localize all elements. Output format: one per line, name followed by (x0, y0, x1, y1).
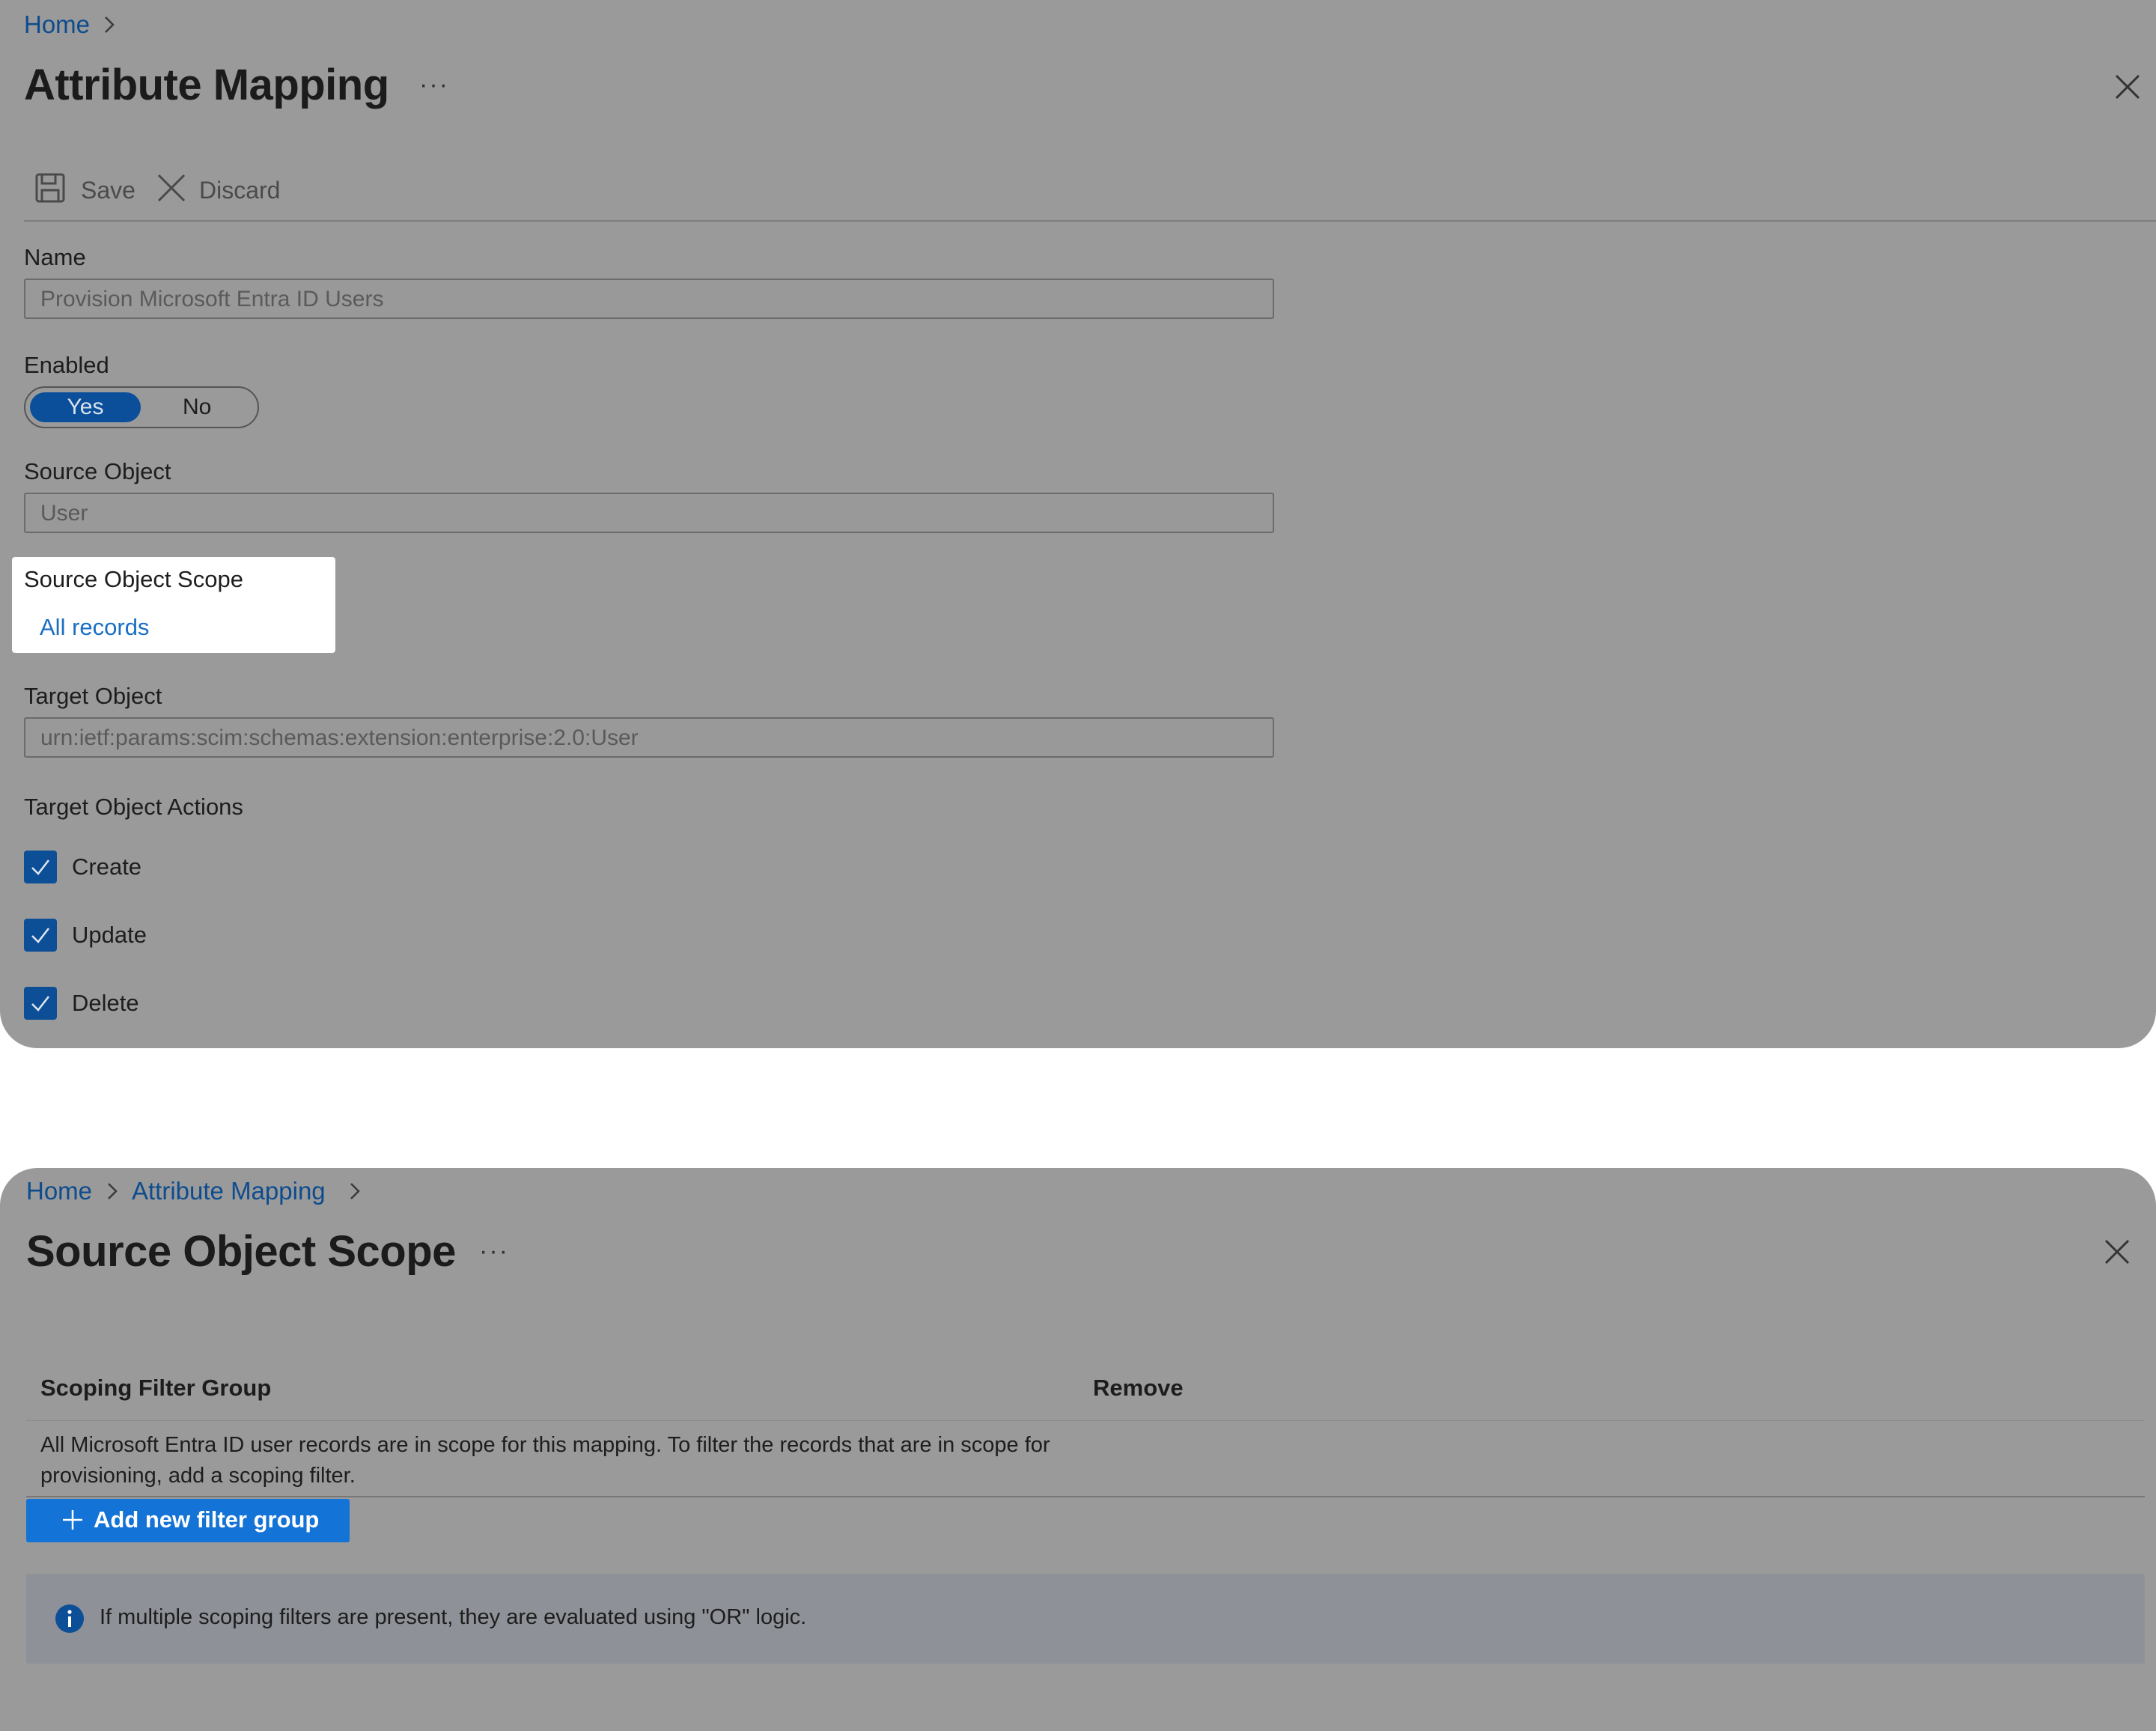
checkmark-icon (31, 860, 49, 875)
save-label: Save (81, 177, 135, 204)
target-actions-label: Target Object Actions (24, 794, 243, 820)
source-object-scope-label: Source Object Scope (24, 566, 243, 592)
name-field[interactable]: Provision Microsoft Entra ID Users (24, 279, 1274, 319)
close-icon[interactable] (2113, 72, 2143, 106)
page-title: Attribute Mapping (24, 61, 389, 109)
target-object-field[interactable]: urn:ietf:params:scim:schemas:extension:e… (24, 717, 1274, 758)
target-object-value: urn:ietf:params:scim:schemas:extension:e… (40, 725, 639, 750)
source-object-label: Source Object (24, 458, 171, 484)
save-icon (34, 172, 66, 207)
chevron-right-icon (349, 1181, 361, 1205)
discard-icon (156, 172, 187, 207)
breadcrumb-home[interactable]: Home (26, 1177, 92, 1205)
update-label: Update (72, 922, 147, 948)
name-value: Provision Microsoft Entra ID Users (40, 287, 384, 311)
enabled-label: Enabled (24, 352, 109, 378)
more-icon[interactable]: ··· (479, 1237, 509, 1266)
create-label: Create (72, 854, 142, 880)
discard-label: Discard (199, 177, 281, 204)
source-object-value: User (40, 501, 88, 526)
add-new-filter-group-label: Add new filter group (94, 1506, 320, 1533)
close-icon[interactable] (2102, 1237, 2132, 1271)
chevron-right-icon (106, 1181, 118, 1205)
toggle-no[interactable]: No (183, 392, 211, 422)
info-text: If multiple scoping filters are present,… (100, 1605, 807, 1629)
chevron-right-icon (103, 15, 115, 38)
breadcrumb-attribute-mapping[interactable]: Attribute Mapping (132, 1177, 326, 1205)
target-object-label: Target Object (24, 683, 162, 709)
enabled-toggle[interactable]: Yes No (24, 386, 259, 428)
delete-label: Delete (72, 990, 139, 1016)
table-header-divider (26, 1420, 2145, 1421)
checkmark-icon (31, 996, 49, 1011)
delete-checkbox[interactable] (24, 987, 57, 1020)
plus-icon (62, 1509, 83, 1534)
name-label: Name (24, 244, 86, 270)
empty-scope-message: All Microsoft Entra ID user records are … (40, 1433, 1050, 1488)
attribute-mapping-panel: Home Attribute Mapping ··· Save Discard … (0, 0, 2156, 1048)
column-header-remove: Remove (1093, 1375, 1184, 1401)
update-checkbox[interactable] (24, 919, 57, 952)
column-header-scoping-filter-group: Scoping Filter Group (40, 1375, 272, 1401)
toggle-yes[interactable]: Yes (30, 392, 141, 422)
breadcrumb-home[interactable]: Home (24, 10, 90, 39)
source-object-field[interactable]: User (24, 493, 1274, 533)
info-message-bar: If multiple scoping filters are present,… (26, 1574, 2145, 1664)
add-new-filter-group-button[interactable]: Add new filter group (26, 1499, 350, 1542)
create-checkbox[interactable] (24, 851, 57, 883)
info-icon (55, 1604, 85, 1637)
more-icon[interactable]: ··· (419, 70, 449, 100)
toolbar-divider (24, 220, 2156, 222)
table-bottom-divider (26, 1496, 2145, 1497)
all-records-link[interactable]: All records (40, 614, 149, 641)
page-title: Source Object Scope (26, 1227, 456, 1276)
checkmark-icon (31, 928, 49, 943)
